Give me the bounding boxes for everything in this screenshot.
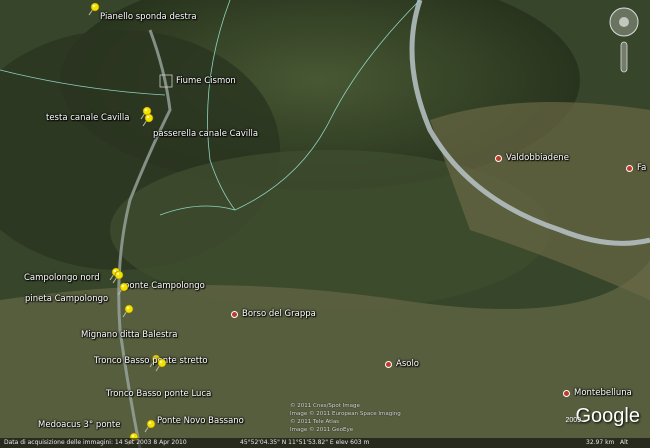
place-asolo: Asolo	[396, 359, 420, 369]
imagery-date: Data di acquisizione delle immagini: 14 …	[4, 439, 187, 446]
eye-altitude-label: Alt	[620, 439, 629, 446]
copyright-3: © 2011 Tele Atlas	[290, 419, 340, 425]
pin-label[interactable]: ponte Campolongo	[124, 281, 205, 291]
place-montebelluna: Montebelluna	[574, 388, 632, 398]
pin-label[interactable]: testa canale Cavilla	[46, 113, 129, 123]
pin-label[interactable]: Pianello sponda destra	[100, 12, 197, 22]
pin-label[interactable]: Medoacus 3° ponte	[38, 420, 120, 430]
pushpin-icon[interactable]	[115, 282, 129, 296]
copyright-4: Image © 2011 GeoEye	[290, 427, 354, 433]
pin-label[interactable]: Tronco Basso ponte Luca	[106, 389, 211, 399]
logo-year: 2009	[565, 417, 582, 424]
pin-label[interactable]: passerella canale Cavilla	[153, 129, 258, 139]
town-marker-asolo[interactable]	[385, 361, 392, 368]
navigation-control[interactable]	[604, 4, 644, 74]
copyright-1: © 2011 Cnes/Spot Image	[290, 403, 360, 409]
pushpin-icon[interactable]	[120, 304, 134, 318]
coordinates-readout: 45°52'04.35" N 11°51'53.82" E elev 603 m	[240, 439, 370, 446]
pin-label[interactable]: pineta Campolongo	[25, 294, 108, 304]
status-bar: Data di acquisizione delle immagini: 14 …	[0, 438, 650, 448]
pin-label[interactable]: Tronco Basso ponte stretto	[94, 356, 208, 366]
pushpin-icon[interactable]	[142, 419, 156, 433]
place-valdobbiadene: Valdobbiadene	[506, 153, 569, 163]
town-marker-borso[interactable]	[231, 311, 238, 318]
town-marker-montebelluna[interactable]	[563, 390, 570, 397]
pushpin-icon[interactable]	[153, 358, 167, 372]
town-marker-valdobbiadene[interactable]	[495, 155, 502, 162]
satellite-map[interactable]	[0, 0, 650, 448]
place-fiume-cismon: Fiume Cismon	[176, 76, 236, 86]
pushpin-icon[interactable]	[86, 2, 100, 16]
pin-label[interactable]: Campolongo nord	[24, 273, 100, 283]
logo-brand: Google	[575, 405, 641, 427]
town-marker-fa[interactable]	[626, 165, 633, 172]
pin-label[interactable]: Mignano ditta Balestra	[81, 330, 177, 340]
pin-label[interactable]: Ponte Novo Bassano	[157, 416, 244, 426]
google-logo: 2009 Google	[566, 405, 641, 428]
copyright-2: Image © 2011 European Space Imaging	[290, 411, 401, 417]
place-borso-del-grappa: Borso del Grappa	[242, 309, 316, 319]
place-fa: Fa	[637, 163, 647, 173]
eye-altitude-value: 32.97 km	[586, 439, 615, 446]
pushpin-icon[interactable]	[140, 113, 154, 127]
